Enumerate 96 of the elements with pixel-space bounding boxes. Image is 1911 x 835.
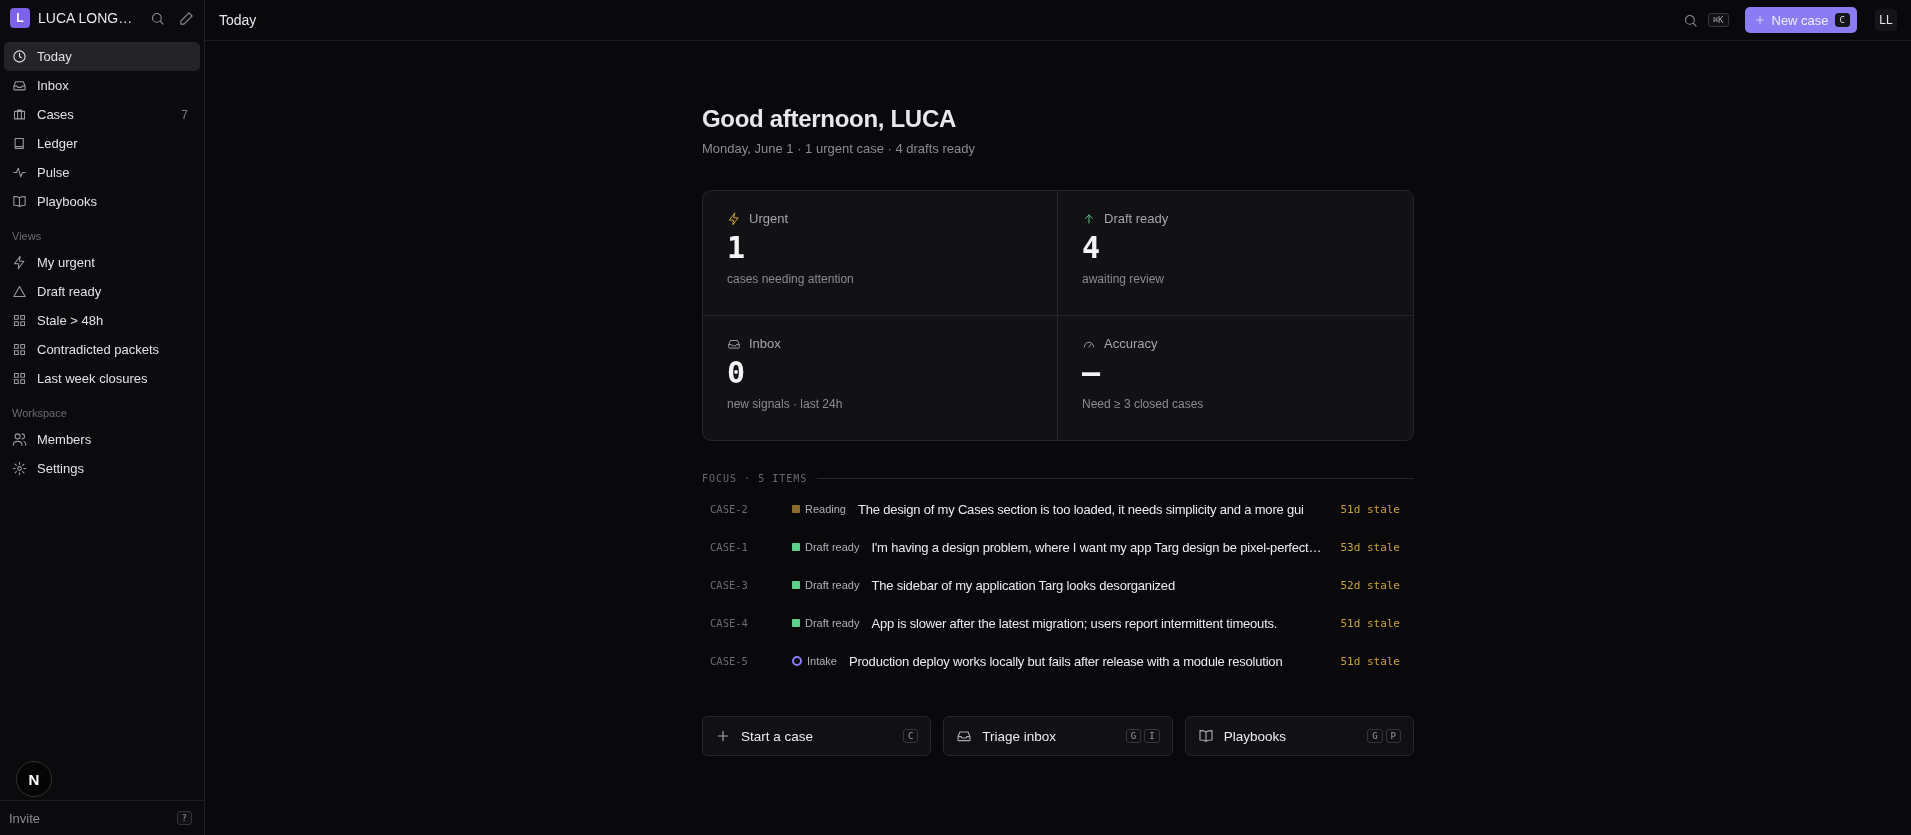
pulse-icon — [12, 165, 27, 180]
sidebar-item[interactable]: Pulse — [4, 158, 200, 187]
case-id: CASE-5 — [710, 655, 749, 667]
stat-label: Accuracy — [1104, 336, 1158, 351]
status-label: Draft ready — [805, 541, 860, 553]
stat-caption: Need ≥ 3 closed cases — [1082, 397, 1205, 411]
status-label: Draft ready — [805, 579, 860, 591]
case-title: The design of my Cases section is too loaded, it needs simplicity and a more gui — [858, 501, 1305, 517]
case-row[interactable]: CASE-2 Reading The design of my Cases section is too loaded, it needs simplicity and a more gui 51d stale — [702, 490, 1414, 528]
search-icon — [150, 10, 165, 26]
case-title: Production deploy works locally but fails after release with a module resolution — [848, 653, 1284, 669]
stat-value: – — [1082, 355, 1102, 391]
open-book-icon — [1197, 728, 1214, 744]
stale-age: 51d stale — [1340, 502, 1401, 516]
stat-caption: awaiting review — [1082, 272, 1166, 286]
book-icon — [12, 136, 27, 151]
invite-link[interactable]: Invite — [9, 810, 41, 826]
stat-label: Draft ready — [1104, 211, 1169, 226]
stat-value: 4 — [1082, 230, 1102, 266]
section-heading: FOCUS · 5 ITEMS — [702, 473, 808, 484]
case-row[interactable]: CASE-4 Draft ready App is slower after the latest migration; users report intermittent timeouts. 51d stale — [702, 604, 1414, 642]
arrow-up-icon — [1082, 211, 1096, 226]
action-button[interactable]: Triage inbox G I — [943, 716, 1173, 756]
sidebar-item[interactable]: Contradicted packets — [4, 335, 200, 364]
sidebar-item[interactable]: Inbox — [4, 71, 200, 100]
stat-caption: new signals · last 24h — [727, 397, 844, 411]
greeting-subtitle: Monday, June 1 · 1 urgent case · 4 drafts ready — [702, 141, 976, 156]
stat-value: 1 — [727, 230, 747, 266]
search-button[interactable] — [1682, 12, 1698, 28]
stat-label: Urgent — [749, 211, 789, 226]
sidebar-item[interactable]: Today — [4, 42, 200, 71]
section-title: Views — [11, 229, 43, 244]
shortcut-key: C — [902, 729, 919, 743]
inbox-icon — [12, 78, 27, 93]
status-label: Draft ready — [805, 617, 860, 629]
dev-badge[interactable]: N — [16, 761, 52, 797]
stale-age: 51d stale — [1340, 616, 1401, 630]
shortcut-key: ? — [176, 811, 192, 825]
case-title: I'm having a design problem, where I want my app Targ design be pixel-perfect… — [871, 539, 1323, 555]
search-icon — [1682, 12, 1698, 28]
pencil-icon — [179, 10, 194, 26]
action-button[interactable]: Playbooks G P — [1184, 716, 1414, 756]
stat-label: Inbox — [749, 336, 781, 351]
briefcase-icon — [12, 107, 27, 122]
bolt-icon — [727, 211, 741, 226]
open-book-icon — [12, 194, 27, 209]
action-button[interactable]: Start a case C — [702, 716, 932, 756]
case-row[interactable]: CASE-1 Draft ready I'm having a design problem, where I want my app Targ design be pixel-perfect… 53d stale — [702, 528, 1414, 566]
clock-icon — [12, 49, 27, 64]
stale-age: 52d stale — [1340, 578, 1401, 592]
sidebar-item[interactable]: Settings — [4, 454, 200, 483]
workspace-name[interactable]: LUCA LONG… — [38, 10, 142, 26]
grid-icon — [12, 371, 27, 386]
avatar[interactable]: LL — [1875, 9, 1897, 31]
case-title: The sidebar of my application Targ looks desorganized — [871, 577, 1176, 593]
new-case-button[interactable]: New case C — [1744, 7, 1857, 33]
bolt-icon — [12, 255, 27, 270]
grid-icon — [12, 342, 27, 357]
stat-value: 0 — [727, 355, 747, 391]
sidebar-item[interactable]: My urgent — [4, 248, 200, 277]
plus-icon — [715, 728, 731, 744]
greeting-title: Good afternoon, LUCA — [702, 105, 957, 133]
sidebar-item[interactable]: Last week closures — [4, 364, 200, 393]
shortcut-key: I — [1144, 729, 1160, 743]
stale-age: 53d stale — [1340, 540, 1401, 554]
shortcut-key: P — [1385, 729, 1401, 743]
case-row[interactable]: CASE-5 Intake Production deploy works locally but fails after release with a module resolution 51d stale — [702, 642, 1414, 680]
shortcut-key: G — [1125, 729, 1142, 743]
sidebar-item[interactable]: Members — [4, 425, 200, 454]
case-id: CASE-1 — [710, 541, 749, 553]
search-button[interactable] — [150, 10, 165, 26]
sidebar-item[interactable]: Cases 7 — [4, 100, 200, 129]
compose-button[interactable] — [179, 10, 194, 26]
case-title: App is slower after the latest migration; users report intermittent timeouts. — [871, 615, 1279, 631]
sidebar-item[interactable]: Draft ready — [4, 277, 200, 306]
shortcut-key: G — [1367, 729, 1383, 743]
case-id: CASE-3 — [710, 579, 749, 591]
case-row[interactable]: CASE-3 Draft ready The sidebar of my application Targ looks desorganized 52d stale — [702, 566, 1414, 604]
section-title: Workspace — [11, 406, 68, 421]
grid-icon — [12, 313, 27, 328]
shortcut-key: ⌘K — [1707, 13, 1729, 27]
page-title: Today — [219, 12, 257, 28]
triangle-icon — [12, 284, 27, 299]
sidebar-item[interactable]: Stale > 48h — [4, 306, 200, 335]
sidebar-item[interactable]: Ledger — [4, 129, 200, 158]
status-label: Reading — [805, 503, 846, 515]
case-id: CASE-4 — [710, 617, 749, 629]
stat-caption: cases needing attention — [727, 272, 855, 286]
people-icon — [12, 432, 27, 447]
status-label: Intake — [807, 655, 837, 667]
inbox-icon — [956, 728, 973, 744]
sidebar-item[interactable]: Playbooks — [4, 187, 200, 216]
plus-icon — [1753, 14, 1766, 26]
workspace-logo: L — [10, 8, 30, 28]
case-id: CASE-2 — [710, 503, 749, 515]
stale-age: 51d stale — [1340, 654, 1401, 668]
